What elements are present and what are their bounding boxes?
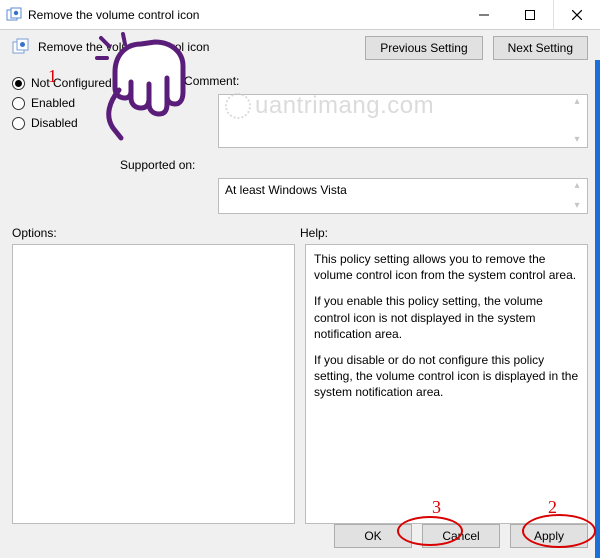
supported-on-label: Supported on: [120,154,203,172]
annotation-hand-icon [95,32,195,142]
annotation-oval-ok [397,516,463,546]
window-controls [461,0,600,30]
maximize-button[interactable] [507,0,553,30]
radio-indicator [12,97,25,110]
help-text-line: If you enable this policy setting, the v… [314,293,579,342]
watermark-text: uantrimang.com [255,92,434,120]
help-text-line: This policy setting allows you to remove… [314,251,579,283]
scrollbar-stub: ▴▾ [569,97,585,145]
options-panel [12,244,295,524]
help-text-line: If you disable or do not configure this … [314,352,579,401]
radio-indicator [12,77,25,90]
radio-indicator [12,117,25,130]
window-title: Remove the volume control icon [28,8,461,22]
watermark-gear-icon [225,93,251,119]
right-edge-strip [595,60,600,558]
nav-buttons: Previous Setting Next Setting [365,30,600,66]
next-setting-button[interactable]: Next Setting [493,36,588,60]
scrollbar-stub: ▴▾ [569,181,585,211]
previous-setting-button[interactable]: Previous Setting [365,36,482,60]
options-label: Options: [12,226,300,240]
help-label: Help: [300,226,588,240]
supported-on-textbox: At least Windows Vista ▴▾ [218,178,588,214]
annotation-oval-apply [522,514,596,548]
title-bar: Remove the volume control icon [0,0,600,30]
help-panel: This policy setting allows you to remove… [305,244,588,524]
radio-label: Enabled [31,96,75,110]
minimize-button[interactable] [461,0,507,30]
policy-icon [12,38,30,56]
watermark: uantrimang.com [225,92,434,120]
app-icon [6,7,22,23]
radio-label: Disabled [31,116,78,130]
supported-on-value: At least Windows Vista [225,183,347,197]
policy-title: Remove the volume control icon [38,40,353,54]
close-button[interactable] [554,0,600,30]
